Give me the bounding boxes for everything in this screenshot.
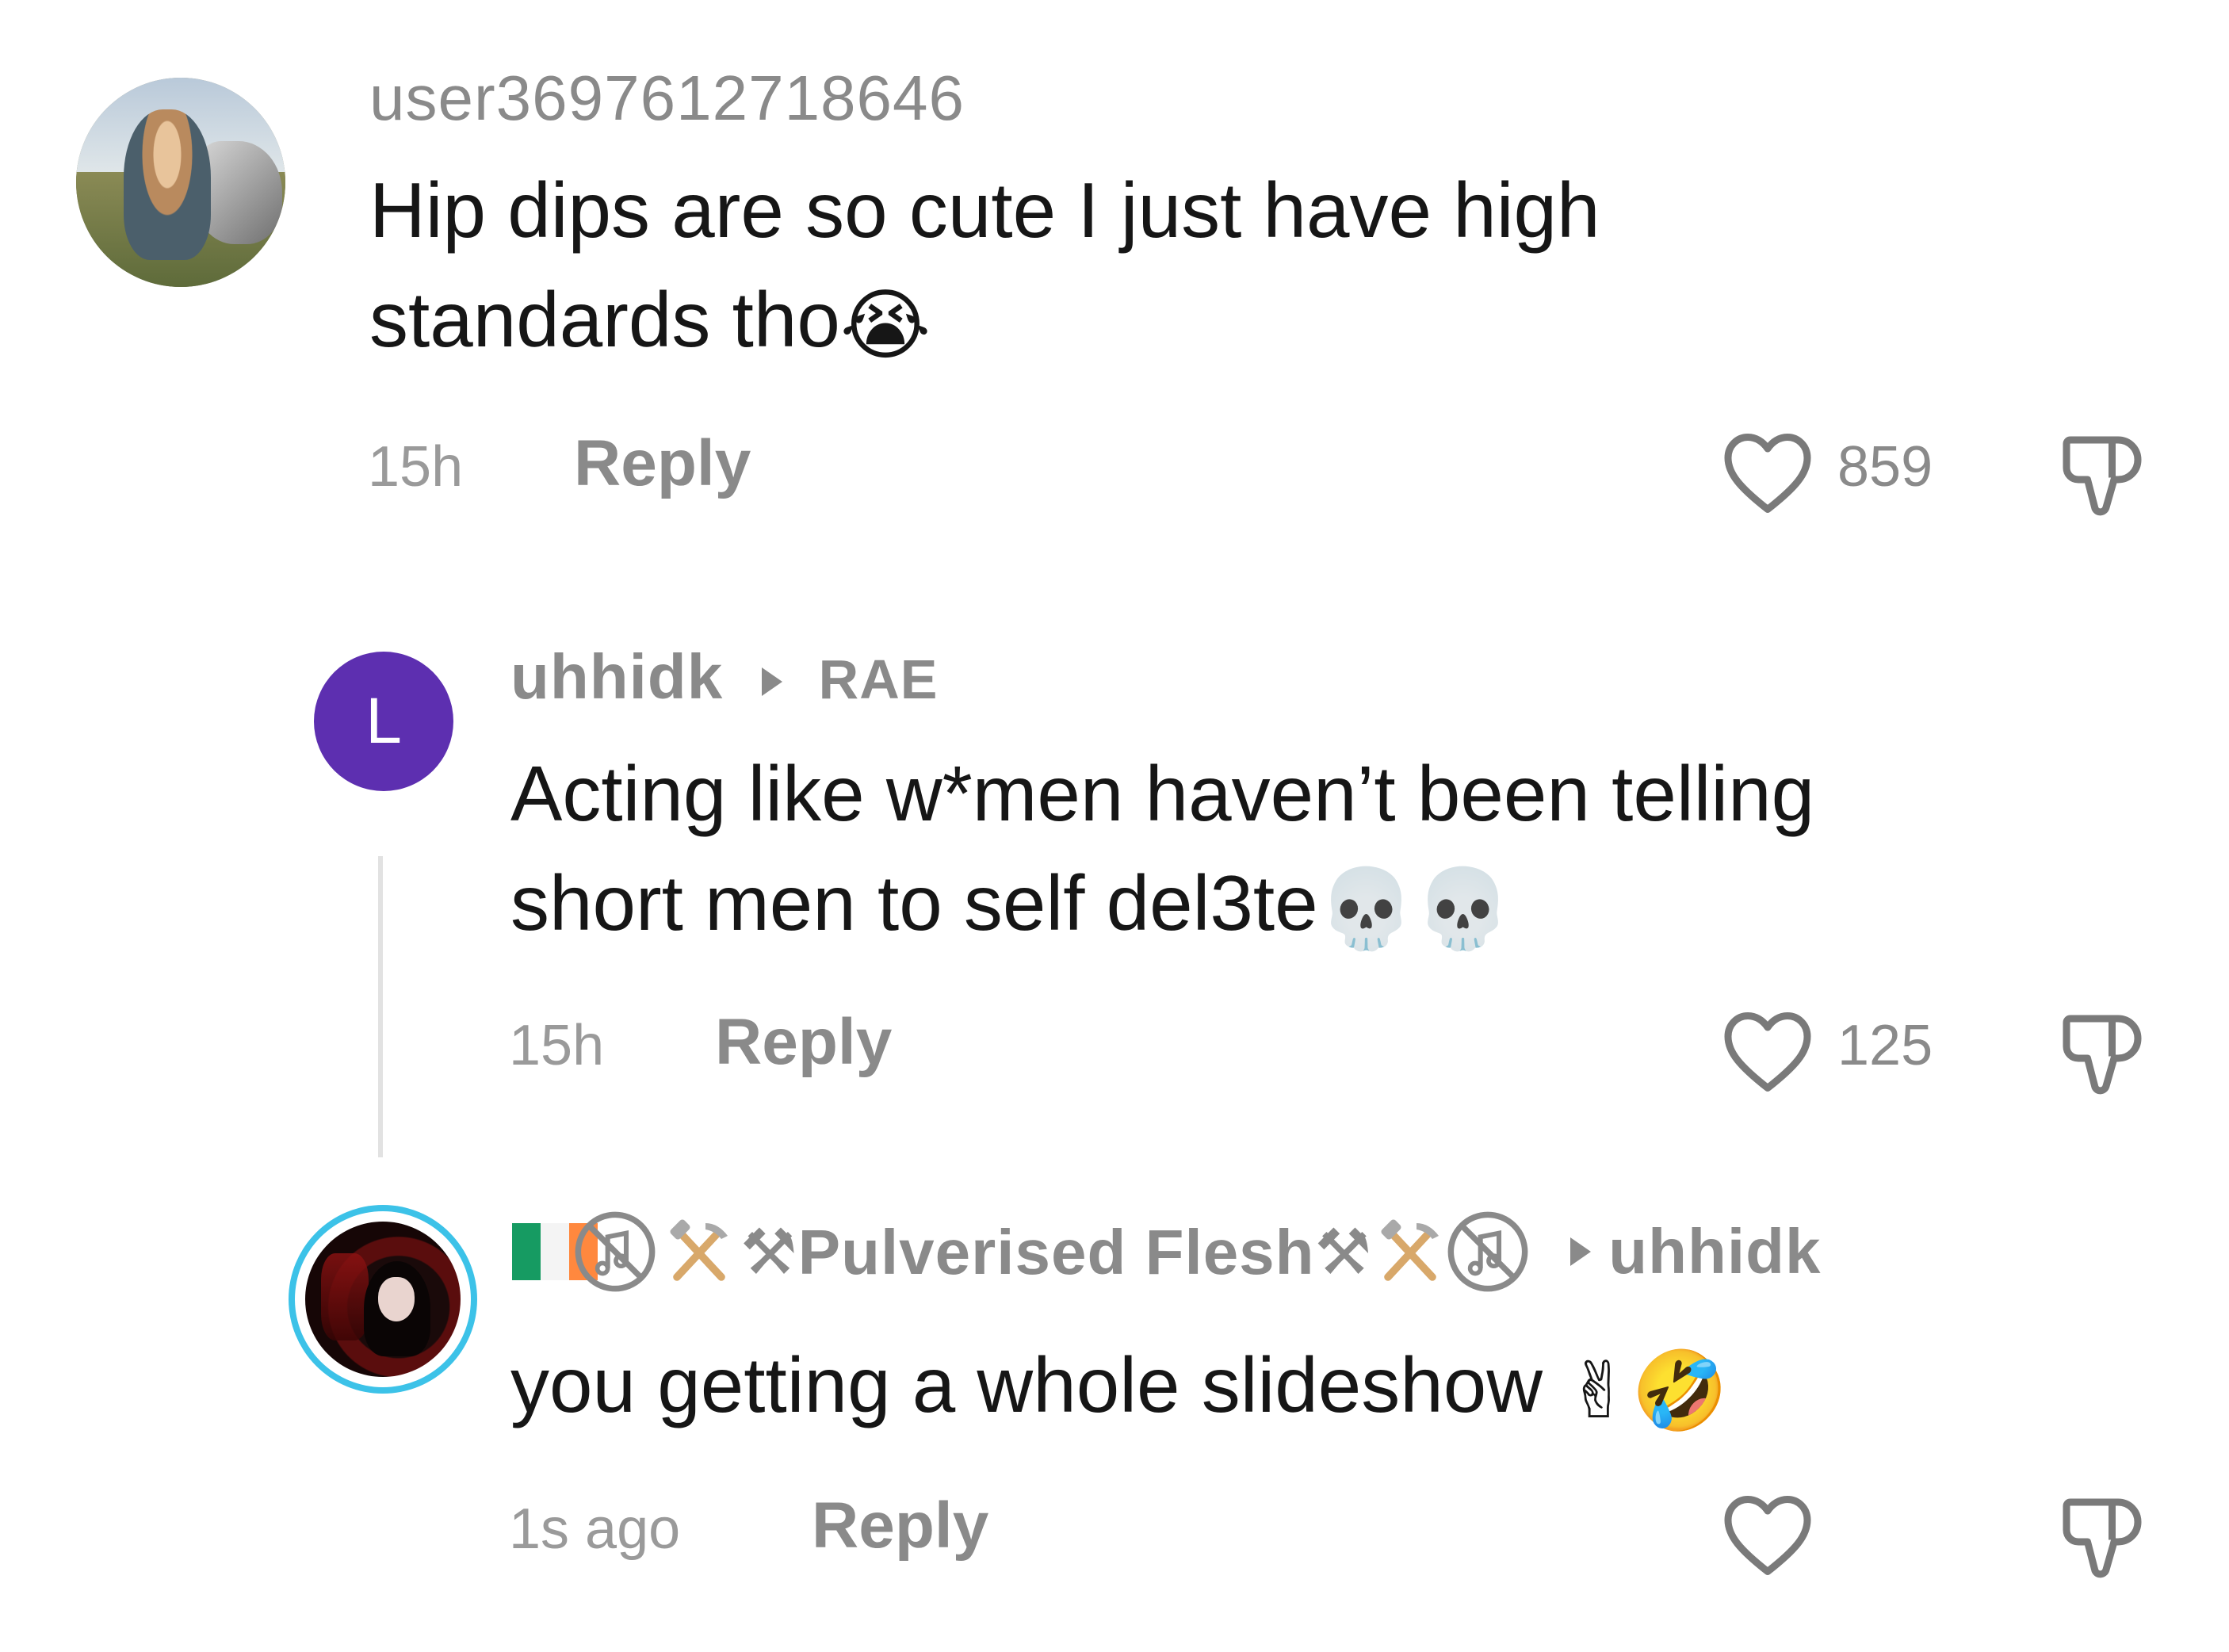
- comment-text: you getting a whole slideshow ✌🤣: [510, 1330, 1728, 1446]
- crying-face-emoji: 😭: [839, 281, 931, 372]
- comment-text-line: Hip dips are so cute I just have high: [369, 166, 1600, 254]
- reply-to-username[interactable]: RAE: [819, 648, 939, 710]
- comment-text-line: Acting like w*men haven’t been telling: [510, 750, 1815, 837]
- reply-button[interactable]: Reply: [812, 1489, 988, 1563]
- avatar-photo-red: [321, 1253, 369, 1340]
- comment-text-segment: short men to self del3te: [510, 859, 1318, 946]
- thumbs-down-outline-icon[interactable]: [2055, 1007, 2150, 1102]
- hammer-and-pick-icon: [1381, 1219, 1439, 1281]
- comment-username[interactable]: user3697612718646: [369, 62, 965, 135]
- comment-username[interactable]: ⚒Pulverised Flesh⚒: [740, 1215, 1372, 1289]
- comment-text-line: standards tho😭: [369, 265, 1600, 380]
- avatar-ring-gap: [295, 1211, 471, 1387]
- reply-button[interactable]: Reply: [574, 426, 751, 501]
- comment-text-segment: you getting a whole slideshow: [510, 1341, 1543, 1428]
- thumbs-down-outline-icon[interactable]: [2055, 1490, 2150, 1585]
- reply-to-username[interactable]: uhhidk: [1608, 1215, 1821, 1288]
- avatar-letter: L: [365, 685, 402, 757]
- victory-rofl-emoji: ✌🤣: [1566, 1346, 1729, 1437]
- thread-line: [378, 856, 383, 1157]
- like-count: 125: [1837, 1014, 1933, 1077]
- reply-button[interactable]: Reply: [715, 1005, 892, 1080]
- comment-text-line: short men to self del3te💀💀: [510, 848, 1814, 964]
- comment-username-row: ⚒Pulverised Flesh⚒ uhhidk: [512, 1208, 1821, 1295]
- heart-outline-icon[interactable]: [1719, 1007, 1817, 1094]
- comment-timestamp: 1s ago: [509, 1497, 681, 1561]
- avatar-uhhidk[interactable]: L: [314, 652, 453, 791]
- avatar-photo-face: [378, 1277, 415, 1321]
- heart-outline-icon[interactable]: [1719, 1490, 1817, 1577]
- comment-timestamp: 15h: [368, 435, 464, 499]
- comment-text: Hip dips are so cute I just have high st…: [369, 155, 1600, 380]
- skull-emoji: 💀💀: [1317, 864, 1512, 955]
- no-music-icon: [575, 1211, 656, 1292]
- comment-text: Acting like w*men haven’t been telling s…: [510, 739, 1814, 964]
- reply-arrow-icon: [1570, 1237, 1592, 1266]
- comment-timestamp: 15h: [509, 1014, 605, 1077]
- comment-username[interactable]: uhhidk: [510, 641, 723, 712]
- comment-username-row: uhhidk RAE: [510, 641, 938, 713]
- reply-arrow-icon: [762, 667, 783, 696]
- avatar-user3697612718646[interactable]: [76, 78, 285, 287]
- avatar-photo-figure: [124, 109, 211, 260]
- heart-outline-icon[interactable]: [1719, 428, 1817, 515]
- like-count: 859: [1837, 435, 1933, 499]
- thumbs-down-outline-icon[interactable]: [2055, 428, 2150, 523]
- avatar-photo: [305, 1222, 461, 1377]
- avatar-pulverised-flesh[interactable]: [289, 1205, 477, 1394]
- hammer-and-pick-icon: [670, 1219, 728, 1281]
- comment-text-segment: standards tho: [369, 276, 840, 363]
- no-music-icon: [1447, 1211, 1528, 1292]
